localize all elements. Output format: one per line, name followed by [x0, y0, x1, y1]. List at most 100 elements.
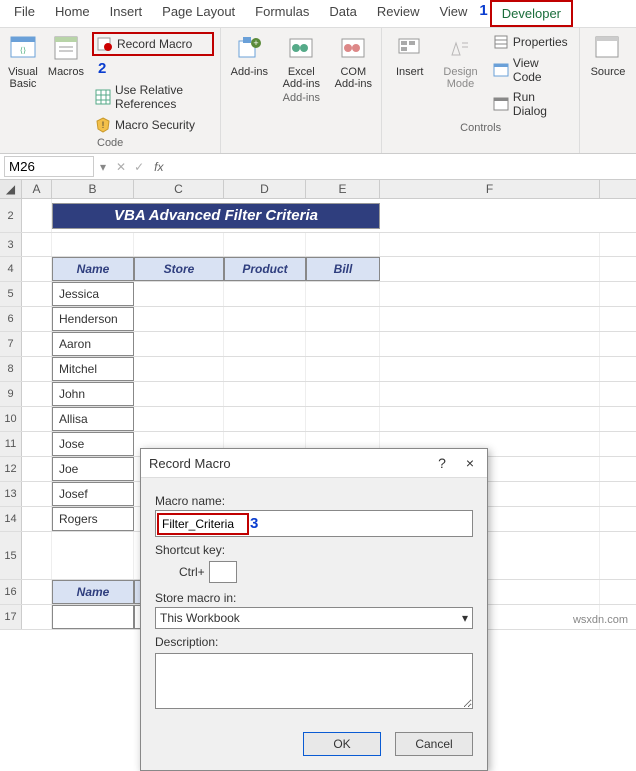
description-label: Description:	[155, 635, 473, 649]
col-C[interactable]: C	[134, 180, 224, 198]
tab-formulas[interactable]: Formulas	[245, 0, 319, 27]
row-7[interactable]: 7	[0, 332, 22, 356]
run-dialog-label: Run Dialog	[513, 90, 570, 118]
chevron-down-icon: ▾	[462, 611, 468, 625]
run-dialog-button[interactable]: Run Dialog	[490, 88, 573, 120]
namebox-dropdown-icon[interactable]: ▾	[100, 160, 106, 174]
row-10[interactable]: 10	[0, 407, 22, 431]
visual-basic-button[interactable]: ⟨⟩ Visual Basic	[6, 32, 40, 90]
macros-button[interactable]: Macros	[48, 32, 84, 78]
row-3[interactable]: 3	[0, 233, 22, 256]
design-mode-button[interactable]: Design Mode	[439, 32, 482, 90]
tab-file[interactable]: File	[4, 0, 45, 27]
tab-view[interactable]: View	[429, 0, 477, 27]
visual-basic-icon: ⟨⟩	[7, 32, 39, 64]
use-relative-button[interactable]: Use Relative References	[92, 81, 214, 113]
macro-name-label: Macro name:	[155, 494, 473, 508]
name-box[interactable]	[4, 156, 94, 177]
description-input[interactable]	[155, 653, 473, 709]
use-relative-label: Use Relative References	[115, 83, 211, 111]
row-11[interactable]: 11	[0, 432, 22, 456]
row-16[interactable]: 16	[0, 580, 22, 604]
formula-bar: ▾ ✕ ✓ fx	[0, 154, 636, 180]
row-14[interactable]: 14	[0, 507, 22, 531]
record-macro-button[interactable]: Record Macro	[92, 32, 214, 56]
com-addins-icon	[337, 32, 369, 64]
group-code-label: Code	[97, 137, 123, 149]
watermark: wsxdn.com	[573, 614, 628, 626]
col-E[interactable]: E	[306, 180, 380, 198]
properties-button[interactable]: Properties	[490, 32, 573, 52]
macro-security-button[interactable]: ! Macro Security	[92, 115, 214, 135]
cell-name[interactable]: Josef	[52, 482, 134, 506]
header-bill[interactable]: Bill	[306, 257, 380, 281]
source-label: Source	[591, 66, 626, 78]
enter-icon[interactable]: ✓	[134, 160, 144, 174]
select-all-corner[interactable]: ◢	[0, 180, 22, 198]
ok-button[interactable]: OK	[303, 732, 381, 756]
row-12[interactable]: 12	[0, 457, 22, 481]
tab-insert[interactable]: Insert	[100, 0, 153, 27]
insert-label: Insert	[396, 66, 424, 78]
cell-name[interactable]: Joe	[52, 457, 134, 481]
cell-name[interactable]: Mitchel	[52, 357, 134, 381]
row-6[interactable]: 6	[0, 307, 22, 331]
macros-icon	[50, 32, 82, 64]
insert-button[interactable]: Insert	[388, 32, 431, 78]
addins-label: Add-ins	[231, 66, 268, 78]
com-addins-button[interactable]: COM Add-ins	[331, 32, 375, 90]
store-macro-value: This Workbook	[160, 611, 240, 625]
row-5[interactable]: 5	[0, 282, 22, 306]
row-2[interactable]: 2	[0, 199, 22, 232]
formula-input[interactable]	[170, 157, 633, 176]
fx-icon[interactable]: fx	[154, 160, 163, 174]
row-13[interactable]: 13	[0, 482, 22, 506]
col-D[interactable]: D	[224, 180, 306, 198]
criteria-name[interactable]	[52, 605, 134, 629]
group-code: ⟨⟩ Visual Basic Macros Record Macro 2	[0, 28, 221, 153]
excel-addins-button[interactable]: Excel Add-ins	[279, 32, 323, 90]
annotation-3: 3	[248, 513, 260, 534]
addins-button[interactable]: + Add-ins	[227, 32, 271, 78]
row-4[interactable]: 4	[0, 257, 22, 281]
cell-name[interactable]: Rogers	[52, 507, 134, 531]
cell-name[interactable]: Henderson	[52, 307, 134, 331]
cell-name[interactable]: Aaron	[52, 332, 134, 356]
cell-name[interactable]: Allisa	[52, 407, 134, 431]
page-title: VBA Advanced Filter Criteria	[52, 203, 380, 229]
record-macro-dialog: Record Macro ? × Macro name: 3 Shortcut …	[140, 448, 488, 771]
tab-review[interactable]: Review	[367, 0, 430, 27]
properties-icon	[493, 34, 509, 50]
row-9[interactable]: 9	[0, 382, 22, 406]
row-15[interactable]: 15	[0, 532, 22, 579]
store-macro-select[interactable]: This Workbook ▾	[155, 607, 473, 629]
cell-name[interactable]: Jessica	[52, 282, 134, 306]
criteria-header-name[interactable]: Name	[52, 580, 134, 604]
row-8[interactable]: 8	[0, 357, 22, 381]
dialog-close-button[interactable]: ×	[461, 455, 479, 471]
cancel-icon[interactable]: ✕	[116, 160, 126, 174]
store-macro-label: Store macro in:	[155, 591, 473, 605]
cell-name[interactable]: John	[52, 382, 134, 406]
cell-name[interactable]: Jose	[52, 432, 134, 456]
cancel-button[interactable]: Cancel	[395, 732, 473, 756]
col-B[interactable]: B	[52, 180, 134, 198]
header-store[interactable]: Store	[134, 257, 224, 281]
tab-page-layout[interactable]: Page Layout	[152, 0, 245, 27]
tab-developer[interactable]: Developer	[490, 0, 573, 27]
tab-data[interactable]: Data	[319, 0, 366, 27]
shortcut-key-input[interactable]	[209, 561, 237, 583]
header-product[interactable]: Product	[224, 257, 306, 281]
header-name[interactable]: Name	[52, 257, 134, 281]
record-macro-icon	[97, 36, 113, 52]
source-icon	[592, 32, 624, 64]
source-button[interactable]: Source	[586, 32, 630, 78]
row-17[interactable]: 17	[0, 605, 22, 629]
dialog-help-button[interactable]: ?	[433, 455, 451, 471]
ctrl-label: Ctrl+	[179, 565, 205, 579]
col-F[interactable]: F	[380, 180, 600, 198]
macro-name-input[interactable]	[158, 514, 248, 534]
view-code-button[interactable]: View Code	[490, 54, 573, 86]
tab-home[interactable]: Home	[45, 0, 100, 27]
col-A[interactable]: A	[22, 180, 52, 198]
